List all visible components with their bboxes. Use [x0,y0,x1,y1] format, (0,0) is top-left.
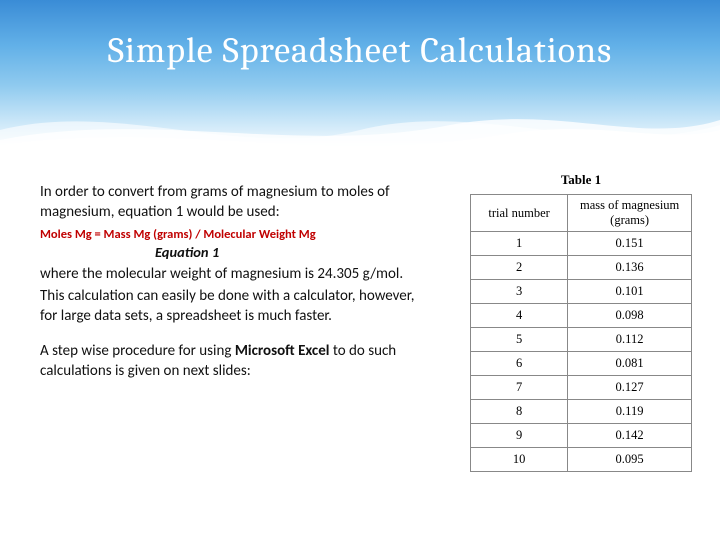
data-table-wrap: Table 1 trial number mass of magnesium (… [470,172,692,472]
cell-trial: 1 [471,232,568,256]
slide-banner [0,0,720,155]
cell-trial: 9 [471,424,568,448]
cell-mass: 0.151 [568,232,692,256]
cell-mass: 0.127 [568,376,692,400]
cell-mass: 0.098 [568,304,692,328]
table-body: 10.151 20.136 30.101 40.098 50.112 60.08… [471,232,692,472]
cell-mass: 0.136 [568,256,692,280]
cell-mass: 0.142 [568,424,692,448]
cell-mass: 0.081 [568,352,692,376]
table-row: 80.119 [471,400,692,424]
table-caption: Table 1 [470,172,692,188]
cell-trial: 8 [471,400,568,424]
cell-trial: 10 [471,448,568,472]
cell-trial: 5 [471,328,568,352]
slide-title: Simple Spreadsheet Calculations [0,30,720,71]
table-row: 10.151 [471,232,692,256]
table-header-row: trial number mass of magnesium (grams) [471,195,692,232]
table-row: 40.098 [471,304,692,328]
cell-mass: 0.112 [568,328,692,352]
cell-trial: 3 [471,280,568,304]
table-row: 100.095 [471,448,692,472]
table-row: 20.136 [471,256,692,280]
step-bold: Microsoft Excel [235,342,330,360]
where-text: where the molecular weight of magnesium … [40,264,430,284]
table-header: trial number [471,195,568,232]
cell-trial: 4 [471,304,568,328]
table-row: 60.081 [471,352,692,376]
cell-mass: 0.101 [568,280,692,304]
cell-mass: 0.119 [568,400,692,424]
step-text: A step wise procedure for using Microsof… [40,341,430,382]
table-row: 90.142 [471,424,692,448]
equation-label: Equation 1 [40,243,430,263]
step-pre: A step wise procedure for using [40,342,235,360]
cell-trial: 2 [471,256,568,280]
table-row: 70.127 [471,376,692,400]
intro-text: In order to convert from grams of magnes… [40,182,430,223]
cell-mass: 0.095 [568,448,692,472]
body-text: In order to convert from grams of magnes… [40,182,430,381]
table-header: mass of magnesium (grams) [568,195,692,232]
wave-decoration [0,90,720,155]
equation-formula: Moles Mg = Mass Mg (grams) / Molecular W… [40,227,430,244]
table-row: 50.112 [471,328,692,352]
cell-trial: 7 [471,376,568,400]
data-table: trial number mass of magnesium (grams) 1… [470,194,692,472]
table-row: 30.101 [471,280,692,304]
cell-trial: 6 [471,352,568,376]
calc-text: This calculation can easily be done with… [40,286,430,327]
